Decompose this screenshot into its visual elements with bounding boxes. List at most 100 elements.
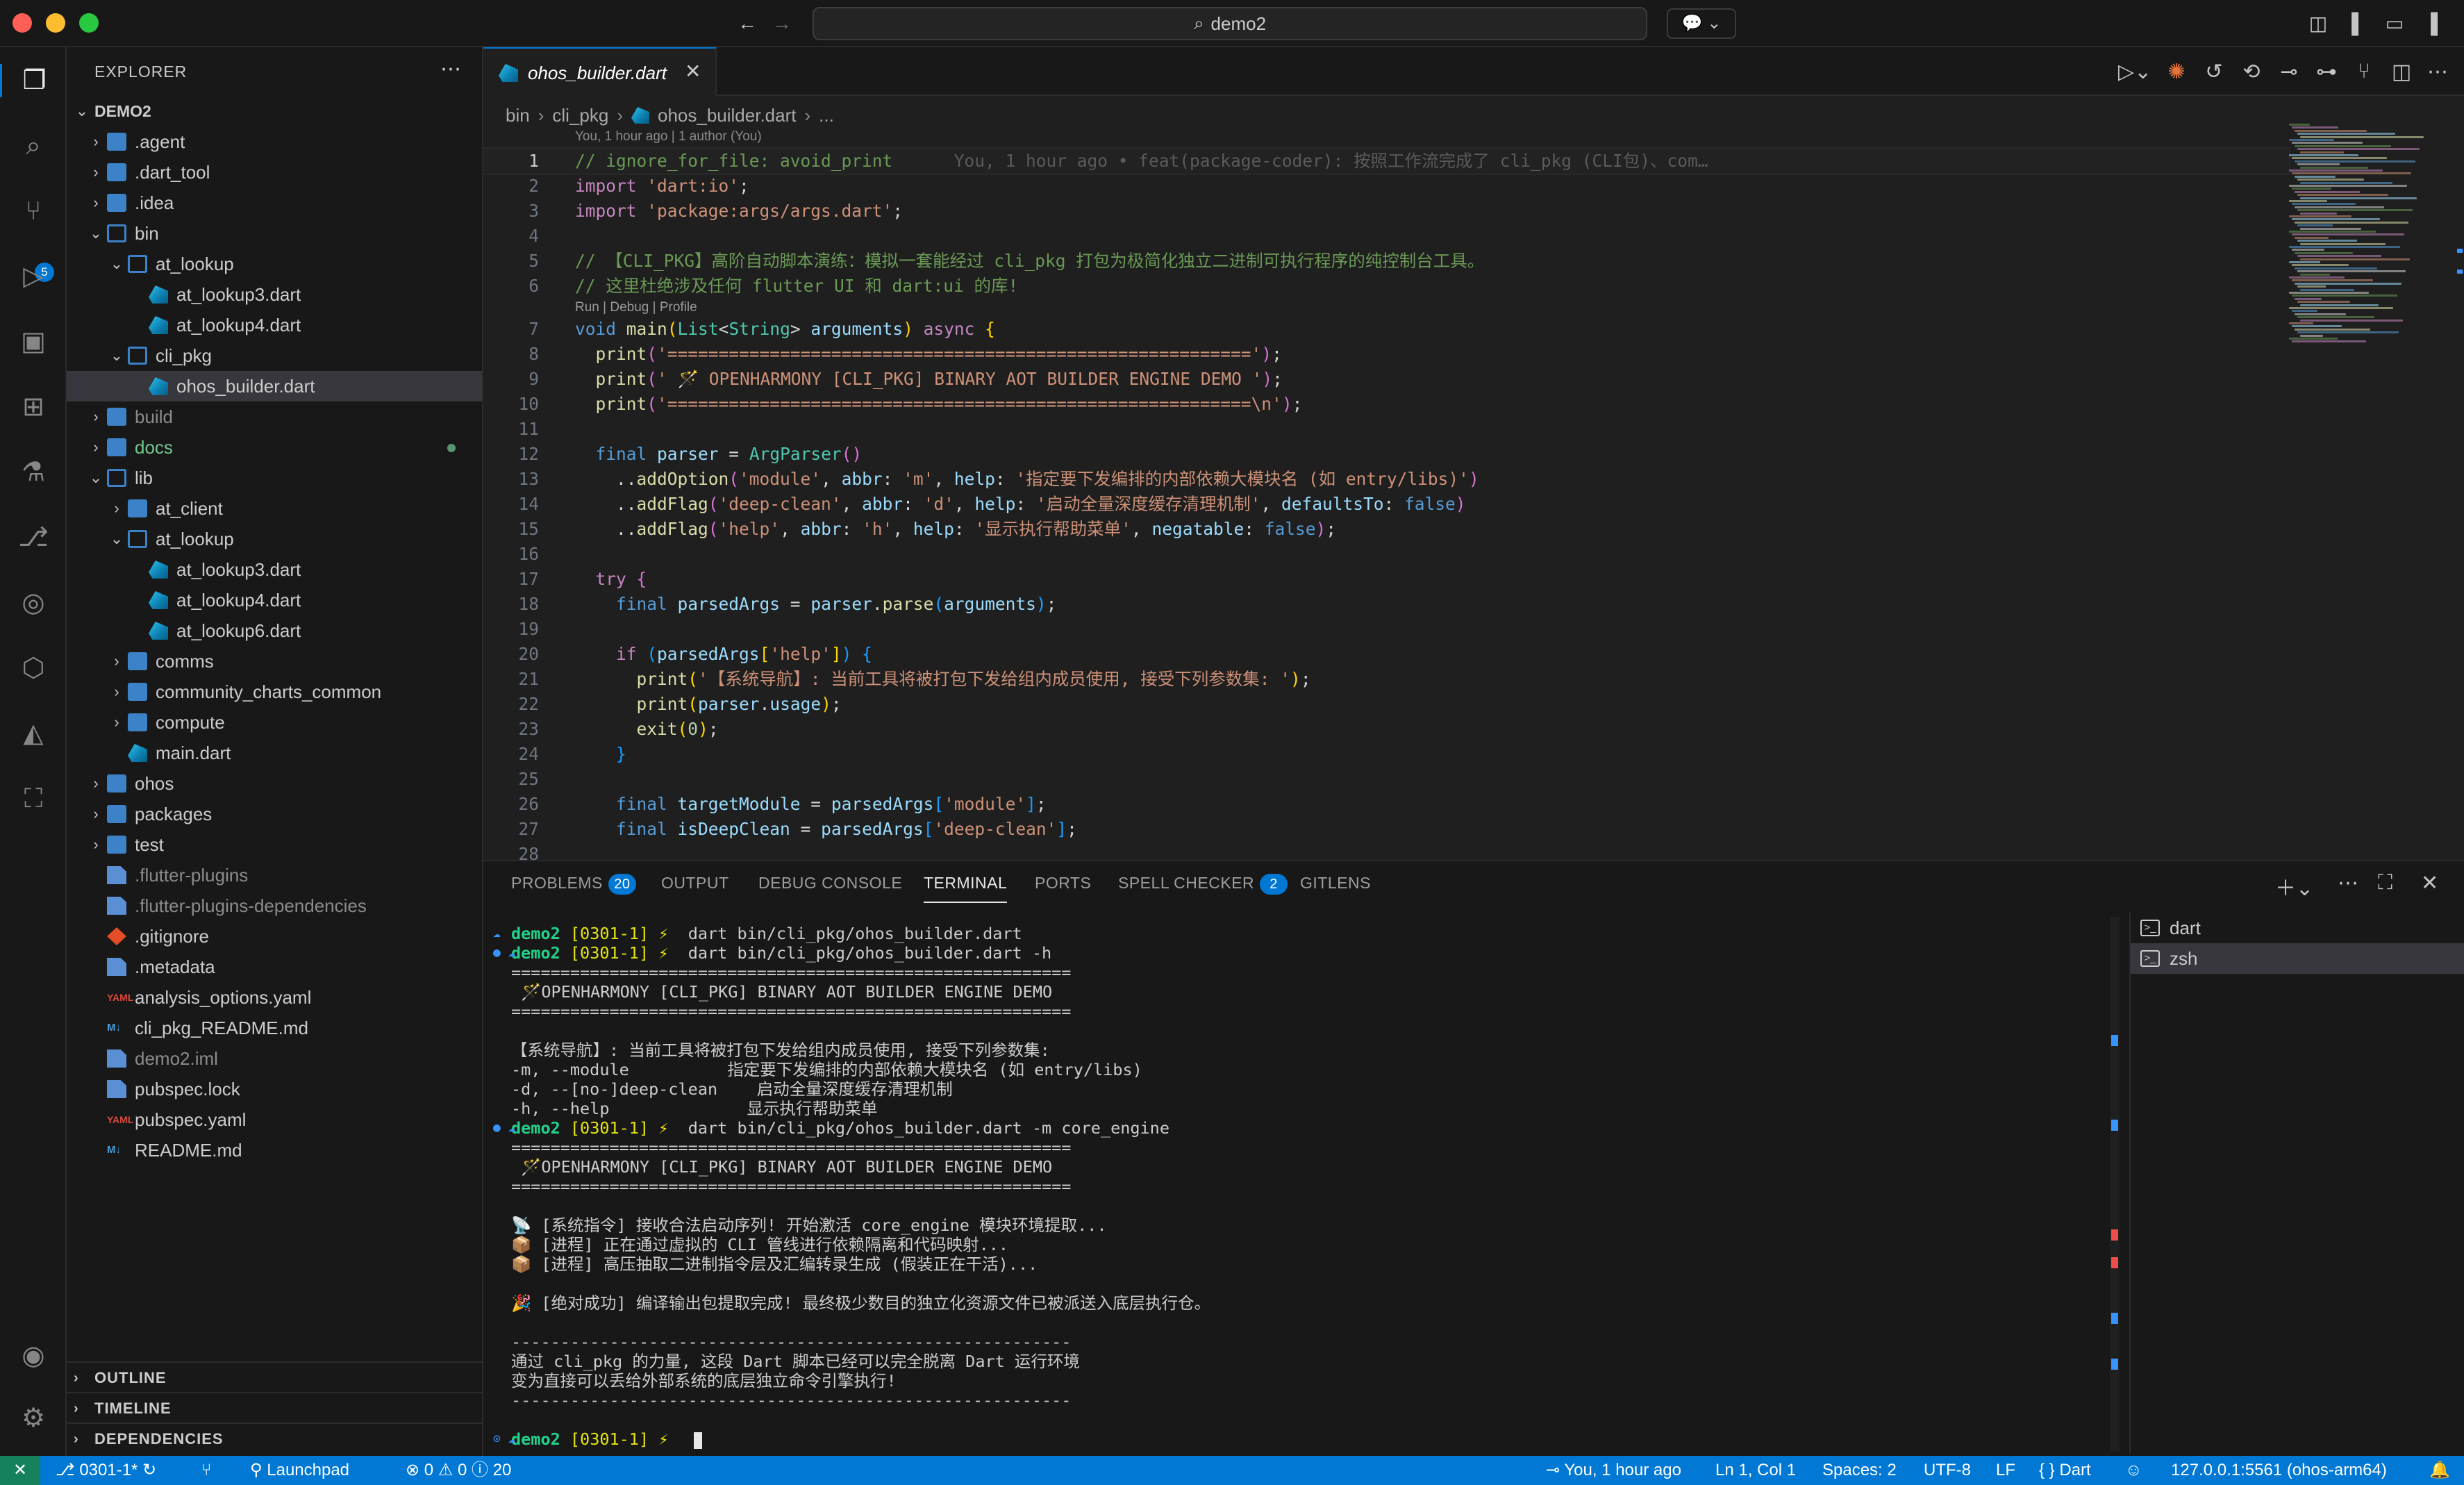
folder-item[interactable]: › compute xyxy=(67,707,482,738)
code-line[interactable]: 26 final targetModule = parsedArgs['modu… xyxy=(483,792,2289,817)
terminal-scrollbar[interactable] xyxy=(2110,917,2120,1452)
folder-item[interactable]: › docs xyxy=(67,432,482,463)
gitlens-codelens-authors[interactable]: You, 1 hour ago | 1 author (You) xyxy=(575,129,762,144)
file-item[interactable]: M↓ cli_pkg_README.md xyxy=(67,1013,482,1043)
folder-item[interactable]: › .agent xyxy=(67,126,482,157)
tab-output[interactable]: OUTPUT xyxy=(661,874,729,903)
file-item[interactable]: demo2.iml xyxy=(67,1043,482,1074)
tab-terminal[interactable]: TERMINAL xyxy=(924,874,1008,903)
copilot-chat-button[interactable]: 💬 ⌄ xyxy=(1667,8,1736,39)
tab-gitlens[interactable]: GITLENS xyxy=(1300,874,1371,903)
more-actions-icon[interactable]: ⋯ xyxy=(2338,871,2358,895)
code-line[interactable]: 23 exit(0); xyxy=(483,717,2289,742)
git-branch[interactable]: ⎇ 0301-1* ↻ xyxy=(56,1456,156,1485)
customize-layout-icon[interactable]: ◫ xyxy=(2306,11,2331,36)
breadcrumb-file[interactable]: ohos_builder.dart xyxy=(658,105,796,126)
breadcrumb-bin[interactable]: bin xyxy=(506,105,530,126)
code-line[interactable]: 15 ..addFlag('help', abbr: 'h', help: '显… xyxy=(483,517,2289,542)
gitlens-graph-icon[interactable]: ⑂ xyxy=(201,1456,211,1485)
breadcrumb-cli-pkg[interactable]: cli_pkg xyxy=(552,105,608,126)
code-line[interactable]: 24 } xyxy=(483,742,2289,767)
folder-item[interactable]: › build xyxy=(67,401,482,432)
code-line[interactable]: 27 final isDeepClean = parsedArgs['deep-… xyxy=(483,817,2289,842)
explorer-files-icon[interactable]: ❐ xyxy=(0,64,67,97)
file-item[interactable]: .flutter-plugins-dependencies xyxy=(67,890,482,921)
run-debug-icon[interactable]: ▷ xyxy=(17,260,50,293)
file-item[interactable]: YAML analysis_options.yaml xyxy=(67,982,482,1013)
device-selector[interactable]: 127.0.0.1:5561 (ohos-arm64) xyxy=(2171,1456,2387,1485)
code-line[interactable]: 5 // 【CLI_PKG】高阶自动脚本演练：模拟一套能经过 cli_pkg 打包… xyxy=(483,249,2289,274)
code-line[interactable]: 1 // ignore_for_file: avoid_print You, 1 … xyxy=(482,147,2290,175)
folder-item[interactable]: › at_client xyxy=(67,493,482,524)
close-icon[interactable]: ✕ xyxy=(685,60,701,83)
dependencies-section[interactable]: › DEPENDENCIES xyxy=(67,1422,482,1453)
code-line[interactable]: 2 import 'dart:io'; xyxy=(483,174,2289,199)
scan-icon[interactable]: ⛶ xyxy=(17,782,50,815)
folder-item[interactable]: › packages xyxy=(67,799,482,829)
breadcrumb-symbol[interactable]: ... xyxy=(819,105,834,126)
search-icon[interactable]: ⌕ xyxy=(17,129,50,163)
split-editor-icon[interactable]: ◫ xyxy=(2389,60,2414,84)
minimap[interactable] xyxy=(2283,124,2450,346)
new-terminal-plus-icon[interactable]: ＋⌄ xyxy=(2275,871,2313,902)
settings-gear-icon[interactable]: ⚙ xyxy=(17,1402,50,1435)
testing-flask-icon[interactable]: ⚗ xyxy=(17,456,50,489)
file-item[interactable]: at_lookup4.dart xyxy=(67,585,482,615)
run-debug-dropdown-icon[interactable]: ▷⌄ xyxy=(2118,60,2151,84)
code-line[interactable]: 25 xyxy=(483,767,2289,792)
code-line[interactable]: 9 print(' 🪄 OPENHARMONY [CLI_PKG] BINARY… xyxy=(483,367,2289,392)
toggle-panel-icon[interactable]: ▭ xyxy=(2382,11,2407,36)
code-line[interactable]: 13 ..addOption('module', abbr: 'm', help… xyxy=(483,467,2289,492)
file-item[interactable]: ohos_builder.dart xyxy=(67,371,482,401)
code-line[interactable]: 8 print('===============================… xyxy=(483,342,2289,367)
problems-summary[interactable]: ⊗ 0 ⚠ 0 ⓘ 20 xyxy=(406,1456,511,1485)
folder-item[interactable]: ⌄ at_lookup xyxy=(67,524,482,554)
file-item[interactable]: .metadata xyxy=(67,952,482,982)
workspace-root[interactable]: ⌄ DEMO2 xyxy=(67,96,482,126)
folder-item[interactable]: › ohos xyxy=(67,768,482,799)
file-item[interactable]: YAML pubspec.yaml xyxy=(67,1104,482,1135)
code-line[interactable]: 21 print('【系统导航】: 当前工具将被打包下发给组内成员使用, 接受下… xyxy=(483,667,2289,692)
folder-item[interactable]: › comms xyxy=(67,646,482,677)
toggle-primary-sidebar-icon[interactable]: ▌ xyxy=(2346,11,2371,36)
extensions-icon[interactable]: ⊞ xyxy=(17,390,50,424)
file-item[interactable]: pubspec.lock xyxy=(67,1074,482,1104)
outline-section[interactable]: › OUTLINE xyxy=(67,1361,482,1392)
timeline-section[interactable]: › TIMELINE xyxy=(67,1392,482,1422)
folder-item[interactable]: ⌄ lib xyxy=(67,463,482,493)
forward-arrow-icon[interactable]: → xyxy=(769,11,794,36)
copilot-icon[interactable]: ☺ xyxy=(2125,1456,2142,1485)
launchpad-button[interactable]: ⚲ Launchpad xyxy=(250,1456,349,1485)
timeline-history-icon[interactable]: ↺ xyxy=(2201,60,2226,84)
code-line[interactable]: 16 xyxy=(483,542,2289,567)
close-window-button[interactable] xyxy=(13,13,32,33)
tab-ports[interactable]: PORTS xyxy=(1035,874,1091,903)
previous-change-icon[interactable]: ⟲ xyxy=(2239,60,2264,84)
gitlens-inspect-icon[interactable]: ◎ xyxy=(17,586,50,620)
remote-indicator[interactable]: ✕ xyxy=(0,1456,40,1485)
file-item[interactable]: main.dart xyxy=(67,738,482,768)
code-line[interactable]: 12 final parser = ArgParser() xyxy=(483,442,2289,467)
gitlens-blame-icon[interactable]: ⑂ xyxy=(2351,60,2376,83)
code-line[interactable]: 4 xyxy=(483,224,2289,249)
gitlens-blame-status[interactable]: ⊸ You, 1 hour ago xyxy=(1546,1456,1681,1485)
folder-item[interactable]: ⌄ at_lookup xyxy=(67,249,482,279)
commit-graph-icon[interactable]: ⊸ xyxy=(2276,60,2301,84)
maximize-panel-icon[interactable]: ⛶ xyxy=(2378,871,2392,895)
code-line[interactable]: 3 import 'package:args/args.dart'; xyxy=(483,199,2289,224)
remote-explorer-icon[interactable]: ▣ xyxy=(17,325,50,358)
file-item[interactable]: at_lookup3.dart xyxy=(67,554,482,585)
code-line[interactable]: 19 xyxy=(483,617,2289,642)
tab-debug-console[interactable]: DEBUG CONSOLE xyxy=(758,874,902,903)
more-actions-icon[interactable]: ⋯ xyxy=(440,57,461,81)
file-item[interactable]: M↓ README.md xyxy=(67,1135,482,1165)
next-change-icon[interactable]: ⊶ xyxy=(2314,60,2339,84)
code-line[interactable]: 17 try { xyxy=(483,567,2289,592)
indentation[interactable]: Spaces: 2 xyxy=(1822,1456,1897,1485)
terminal-instance-dart[interactable]: >_ dart xyxy=(2131,913,2464,943)
account-icon[interactable]: ◉ xyxy=(17,1339,50,1372)
folder-item[interactable]: › .dart_tool xyxy=(67,157,482,188)
code-line[interactable]: 11 xyxy=(483,417,2289,442)
folder-item[interactable]: › community_charts_common xyxy=(67,677,482,707)
terminal-output[interactable]: ☁ demo2 [0301-1] ⚡ dart bin/cli_pkg/ohos_… xyxy=(483,924,2108,1452)
